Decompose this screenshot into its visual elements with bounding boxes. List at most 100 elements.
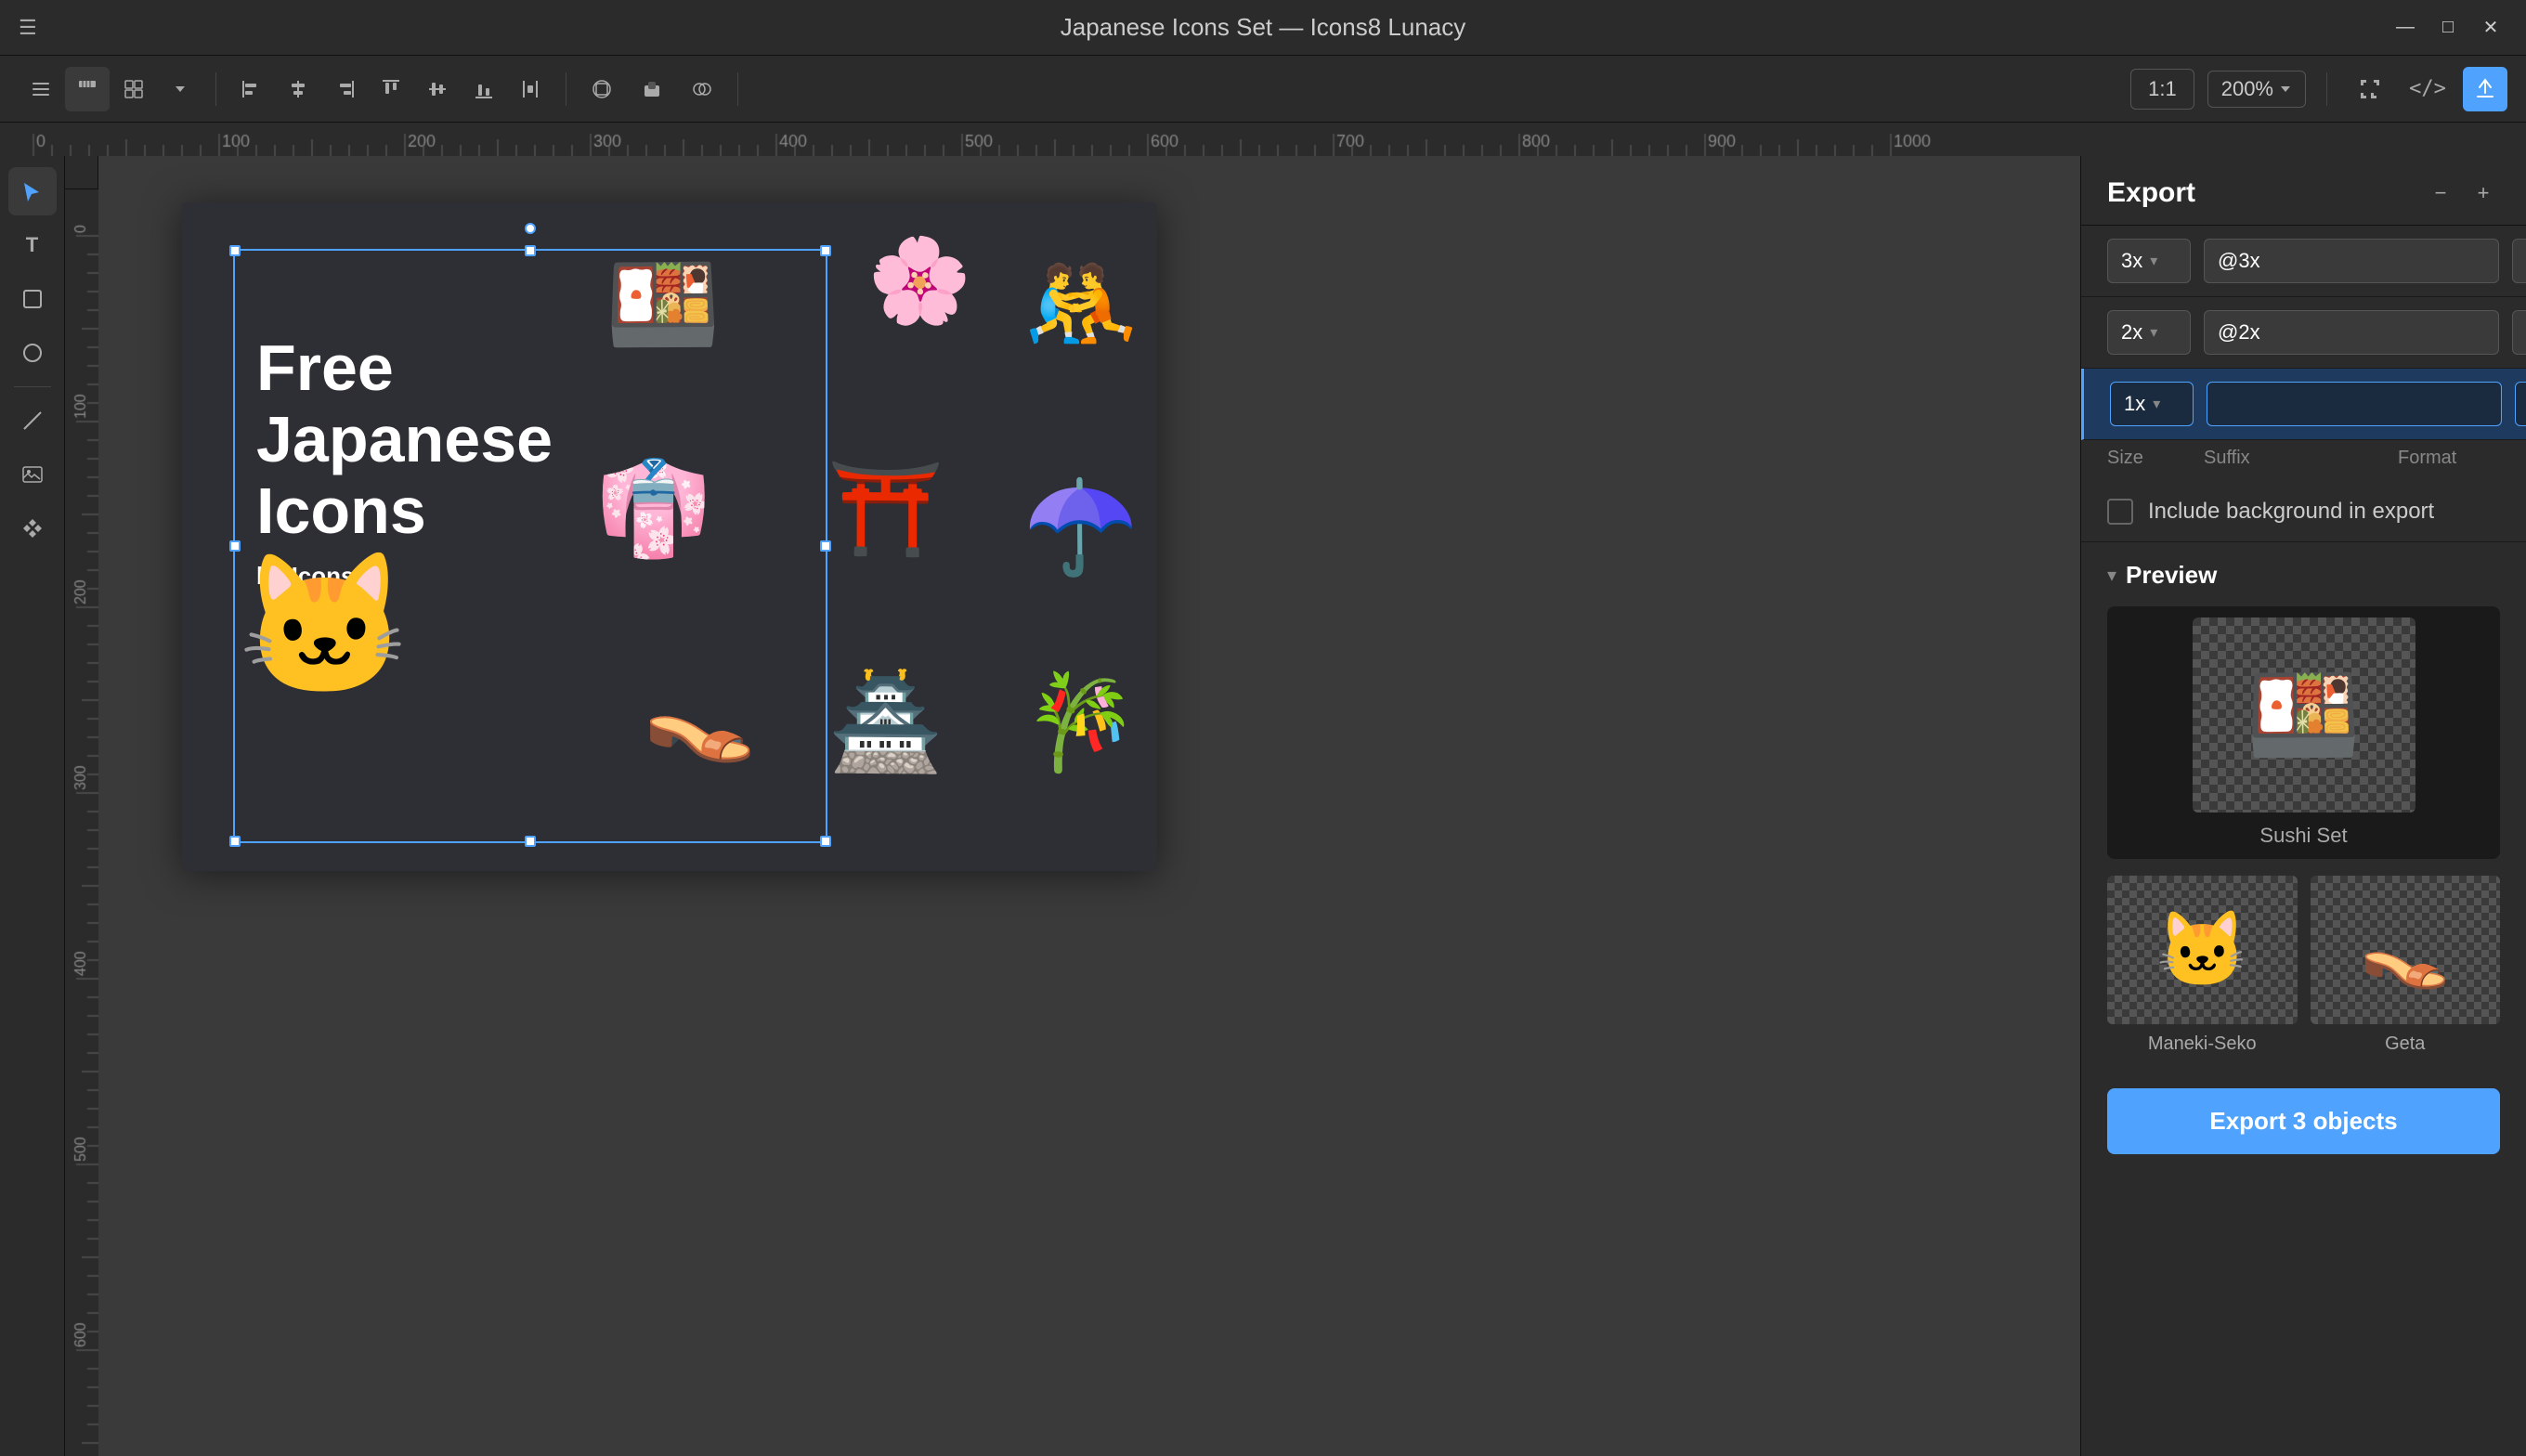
resize-handle-tm[interactable] (525, 245, 536, 256)
export-format-2x[interactable]: PNG ▾ (2512, 310, 2526, 355)
suffix-label: Suffix (2204, 448, 2385, 469)
export-size-3x[interactable]: 3x ▾ (2107, 239, 2191, 283)
export-suffix-1x[interactable] (2207, 382, 2502, 426)
export-row-1x: 1x ▾ SVG ▾ (2081, 369, 2526, 440)
align-center-h-button[interactable] (276, 67, 320, 111)
export-icon-button[interactable] (2463, 67, 2507, 111)
preview-thumb-maneki: 🐱 Maneki-Seko (2107, 876, 2298, 1055)
vertical-ruler (65, 156, 98, 1456)
toolbar-right: 1:1 200% </> (2130, 67, 2507, 111)
minimize-button[interactable]: — (2389, 11, 2422, 45)
left-sidebar: T (0, 156, 65, 1456)
right-sidebar: Export − + 3x ▾ PNG ▾ 2x ▾ (2080, 156, 2526, 1456)
design-frame: Free Japanese Icons by Icons8 🍱 🌸 🤼 (182, 202, 1157, 871)
chevron-down-icon: ▾ (2150, 252, 2157, 270)
preview-thumb-row: 🐱 Maneki-Seko 👡 Geta (2107, 876, 2500, 1055)
preview-thumb-maneki-img: 🐱 (2107, 876, 2298, 1024)
ruler-canvas-h (0, 123, 2526, 156)
toolbar-sep-4 (2326, 72, 2327, 106)
align-bottom-button[interactable] (462, 67, 506, 111)
zoom-control[interactable]: 200% (2207, 71, 2306, 108)
umbrella-icon: ☂️ (1022, 481, 1139, 574)
left-tool-sep (14, 386, 51, 387)
toolbar-sep-1 (215, 72, 216, 106)
ellipse-tool[interactable] (8, 329, 57, 377)
zoom-value: 200% (2221, 77, 2273, 101)
resize-handle-tr[interactable] (820, 245, 831, 256)
sumo-icon: 🤼 (1022, 258, 1139, 351)
format-label: Format (2398, 448, 2500, 469)
export-size-2x[interactable]: 2x ▾ (2107, 310, 2191, 355)
rulers-button[interactable] (65, 67, 110, 111)
bamboo-icon: 🎋 (1022, 676, 1139, 769)
title-bar-right: — □ ✕ (2389, 11, 2507, 45)
preview-main: 🍱 Sushi Set (2107, 606, 2500, 859)
cherry-blossom-icon: 🌸 (867, 240, 971, 323)
title-bar: ☰ Japanese Icons Set — Icons8 Lunacy — □… (0, 0, 2526, 56)
resize-handle-tl[interactable] (229, 245, 241, 256)
pagoda-icon: 🏯 (827, 676, 944, 769)
preview-thumb-geta: 👡 Geta (2311, 876, 2501, 1055)
include-bg-checkbox[interactable] (2107, 499, 2133, 525)
design-canvas: Free Japanese Icons by Icons8 🍱 🌸 🤼 (182, 202, 1157, 871)
align-right-button[interactable] (322, 67, 367, 111)
grid-dropdown[interactable] (158, 67, 202, 111)
export-suffix-2x[interactable] (2204, 310, 2499, 355)
maximize-button[interactable]: □ (2431, 11, 2465, 45)
export-add-button[interactable]: + (2467, 176, 2500, 210)
text-tool[interactable]: T (8, 221, 57, 269)
app-title: Japanese Icons Set — Icons8 Lunacy (1061, 13, 1466, 42)
export-remove-button[interactable]: − (2424, 176, 2457, 210)
export-format-3x[interactable]: PNG ▾ (2512, 239, 2526, 283)
rect-tool[interactable] (8, 275, 57, 323)
preview-main-label: Sushi Set (2259, 824, 2347, 848)
export-header-buttons: − + (2424, 176, 2500, 210)
export-row-3x: 3x ▾ PNG ▾ (2081, 226, 2526, 297)
preview-collapse-icon[interactable]: ▾ (2107, 564, 2116, 587)
grid-button[interactable] (111, 67, 156, 111)
fit-button[interactable] (2348, 67, 2392, 111)
resize-handle-br[interactable] (820, 836, 831, 847)
line-tool[interactable] (8, 396, 57, 445)
chevron-1x-icon: ▾ (2153, 395, 2160, 413)
boolean-button[interactable] (680, 67, 724, 111)
export-format-1x[interactable]: SVG ▾ (2515, 382, 2526, 426)
preview-thumb-geta-img: 👡 (2311, 876, 2501, 1024)
geta-icon: 👡 (642, 667, 758, 760)
sidebar-toggle-button[interactable] (19, 67, 63, 111)
size-label: Size (2107, 448, 2191, 469)
ratio-button[interactable]: 1:1 (2130, 69, 2194, 110)
align-top-button[interactable] (369, 67, 413, 111)
menu-icon[interactable]: ☰ (19, 16, 37, 40)
export-header: Export − + (2081, 156, 2526, 226)
component-tool[interactable] (8, 504, 57, 552)
corner-box (65, 156, 98, 189)
align-group (229, 67, 553, 111)
sushi-icon: 🍱 (605, 258, 721, 351)
preview-header: ▾ Preview (2107, 561, 2500, 590)
export-size-1x[interactable]: 1x ▾ (2110, 382, 2194, 426)
distribute-button[interactable] (508, 67, 553, 111)
clip-button[interactable] (630, 67, 674, 111)
include-bg-label: Include background in export (2148, 499, 2434, 525)
align-left-button[interactable] (229, 67, 274, 111)
export-button[interactable]: Export 3 objects (2107, 1088, 2500, 1154)
canvas-area[interactable]: Free Japanese Icons by Icons8 🍱 🌸 🤼 (65, 156, 2080, 1456)
image-tool[interactable] (8, 450, 57, 499)
close-button[interactable]: ✕ (2474, 11, 2507, 45)
align-middle-button[interactable] (415, 67, 460, 111)
select-tool[interactable] (8, 167, 57, 215)
preview-section: ▾ Preview 🍱 Sushi Set 🐱 Maneki-Seko 👡 Ge (2081, 542, 2526, 1073)
code-button[interactable]: </> (2405, 67, 2450, 111)
resize-handle-bl[interactable] (229, 836, 241, 847)
resize-handle-bm[interactable] (525, 836, 536, 847)
design-heading: Free Japanese Icons (256, 332, 553, 547)
preview-main-image: 🍱 (2193, 618, 2415, 812)
preview-thumb-geta-label: Geta (2311, 1034, 2501, 1055)
title-bar-left: ☰ (19, 16, 37, 40)
export-suffix-3x[interactable] (2204, 239, 2499, 283)
include-background-row: Include background in export (2081, 482, 2526, 542)
mask-button[interactable] (579, 67, 624, 111)
chevron-2x-icon: ▾ (2150, 323, 2157, 342)
rotation-handle[interactable] (525, 223, 536, 234)
